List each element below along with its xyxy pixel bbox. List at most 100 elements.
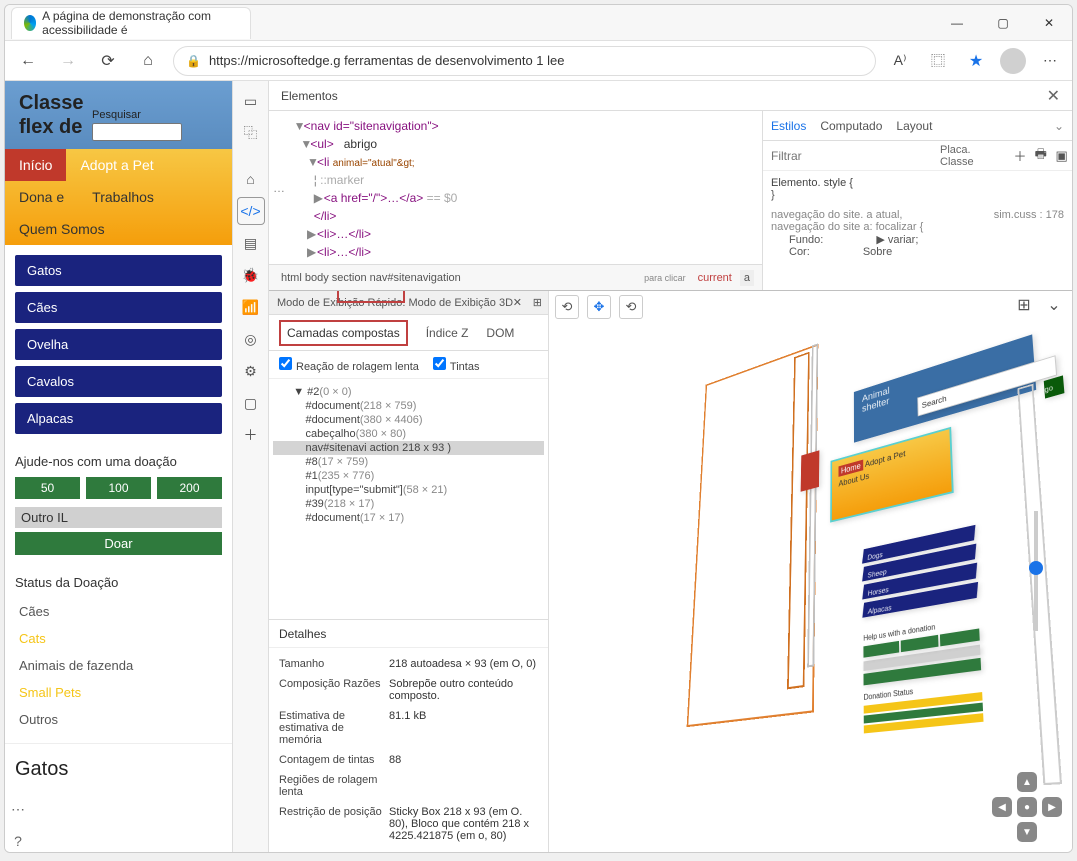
- layer-row[interactable]: #document(218 × 759): [273, 399, 544, 413]
- status-row[interactable]: Cats: [15, 625, 222, 652]
- nav-right-icon[interactable]: ▶: [1042, 797, 1062, 817]
- issues-icon[interactable]: 🐞: [237, 261, 265, 289]
- pan-icon[interactable]: ✥: [587, 295, 611, 319]
- 3d-nav-pad[interactable]: ▲ ◀ ● ▶ ▼: [992, 772, 1062, 842]
- window-titlebar: A página de demonstração com acessibilid…: [5, 5, 1072, 41]
- styles-filter-input[interactable]: [763, 149, 934, 163]
- layer-row[interactable]: cabeçalho(380 × 80): [273, 427, 544, 441]
- cat-caes[interactable]: Cães: [15, 292, 222, 323]
- layer-row[interactable]: nav#sitenavi action 218 x 93 ): [273, 441, 544, 455]
- 3d-canvas[interactable]: ⟲ ✥ ⟲ ⊞ ⌄: [549, 291, 1072, 852]
- nav-jobs[interactable]: Trabalhos: [78, 181, 168, 213]
- tools-icon[interactable]: ⊞: [533, 296, 542, 309]
- status-row[interactable]: Animais de fazenda: [15, 652, 222, 679]
- computed-toggle-icon[interactable]: ▣: [1051, 148, 1072, 164]
- profile-avatar[interactable]: [1000, 48, 1026, 74]
- status-row[interactable]: Outros: [15, 706, 222, 733]
- device-icon[interactable]: ⿻: [237, 119, 265, 147]
- print-icon[interactable]: 🖶: [1030, 145, 1051, 167]
- 3d-view-panel: Modo de Exibição Rápido: Modo de Exibiçã…: [269, 291, 1072, 852]
- nav-left-icon[interactable]: ◀: [992, 797, 1012, 817]
- status-row[interactable]: Small Pets: [15, 679, 222, 706]
- layer-row[interactable]: #39(218 × 17): [273, 497, 544, 511]
- network-icon[interactable]: 📶: [237, 293, 265, 321]
- favorite-icon[interactable]: ★: [962, 47, 990, 75]
- layout-tab[interactable]: Layout: [896, 119, 932, 133]
- refresh-button[interactable]: ⟳: [93, 46, 123, 76]
- layer-row[interactable]: #document(17 × 17): [273, 511, 544, 525]
- chevron-down-icon[interactable]: ⌄: [1042, 293, 1066, 317]
- computed-tab[interactable]: Computado: [820, 119, 882, 133]
- styles-tab[interactable]: Estilos: [771, 119, 806, 133]
- details-tab[interactable]: Detalhes: [269, 620, 548, 648]
- elements-tab-label[interactable]: Elementos: [281, 89, 338, 103]
- nav-down-icon[interactable]: ▼: [1017, 822, 1037, 842]
- nav-up-icon[interactable]: ▲: [1017, 772, 1037, 792]
- cat-cavalos[interactable]: Cavalos: [15, 366, 222, 397]
- paints-check[interactable]: Tintas: [433, 357, 480, 373]
- welcome-icon[interactable]: ⌂: [237, 165, 265, 193]
- dom-breadcrumb[interactable]: html body section nav#sitenavigation par…: [269, 264, 762, 290]
- console-icon[interactable]: ▤: [237, 229, 265, 257]
- minimize-button[interactable]: ―: [934, 7, 980, 39]
- donate-50[interactable]: 50: [15, 477, 80, 499]
- devtools-close-icon[interactable]: ✕: [1047, 86, 1060, 106]
- nav-about[interactable]: Quem Somos: [5, 213, 232, 245]
- hov-cls-badge[interactable]: Placa. Classe: [934, 144, 1010, 168]
- quick-view-label[interactable]: Modo de Exibição Rápido: Modo de Exibiçã…: [269, 291, 548, 315]
- elements-tool-icon[interactable]: </>: [237, 197, 265, 225]
- tools-icon[interactable]: ⊞: [1012, 293, 1036, 317]
- cat-ovelha[interactable]: Ovelha: [15, 329, 222, 360]
- zindex-tab[interactable]: Índice Z: [426, 326, 469, 340]
- donate-200[interactable]: 200: [157, 477, 222, 499]
- maximize-button[interactable]: ▢: [980, 7, 1026, 39]
- nav-owner[interactable]: Dona e: [5, 181, 78, 213]
- nav-center-icon[interactable]: ●: [1017, 797, 1037, 817]
- status-heading: Status da Doação: [15, 575, 222, 590]
- nav-adopt[interactable]: Adopt a Pet: [66, 149, 167, 181]
- settings-icon[interactable]: ⋯: [5, 795, 32, 823]
- layer-row[interactable]: #8(17 × 759): [273, 455, 544, 469]
- more-tools-icon[interactable]: ＋: [237, 421, 265, 449]
- breadcrumb-a[interactable]: a: [740, 270, 754, 286]
- inspect-icon[interactable]: ▭: [237, 87, 265, 115]
- layer-row[interactable]: input[type="submit"](58 × 21): [273, 483, 544, 497]
- close-window-button[interactable]: ✕: [1026, 7, 1072, 39]
- cat-alpacas[interactable]: Alpacas: [15, 403, 222, 434]
- zoom-slider[interactable]: [1034, 511, 1038, 631]
- menu-button[interactable]: ⋯: [1036, 47, 1064, 75]
- search-input[interactable]: [92, 123, 182, 141]
- home-button[interactable]: ⌂: [133, 46, 163, 76]
- status-row[interactable]: Cães: [15, 598, 222, 625]
- slow-scroll-check[interactable]: Reação de rolagem lenta: [279, 357, 419, 373]
- browser-tab[interactable]: A página de demonstração com acessibilid…: [11, 7, 251, 39]
- layer-tree[interactable]: ▼ #2(0 × 0) #document(218 × 759) #docume…: [269, 379, 548, 619]
- memory-icon[interactable]: ⚙: [237, 357, 265, 385]
- breadcrumb-path[interactable]: html body section nav#sitenavigation: [277, 270, 465, 286]
- forward-button[interactable]: →: [53, 46, 83, 76]
- chevron-down-icon[interactable]: ⌄: [1054, 119, 1064, 133]
- dom-tree[interactable]: ▼<nav id="sitenavigation"> ▼<ul> abrigo …: [269, 111, 762, 290]
- layer-row[interactable]: #document(380 × 4406): [273, 413, 544, 427]
- rotate-icon[interactable]: ⟲: [619, 295, 643, 319]
- translate-icon[interactable]: ⿴: [924, 47, 952, 75]
- new-style-icon[interactable]: ＋: [1010, 146, 1031, 165]
- close-drawer-icon[interactable]: ✕: [513, 296, 522, 309]
- retake-icon[interactable]: ⟲: [555, 295, 579, 319]
- donate-other[interactable]: Outro IL: [15, 507, 222, 528]
- cat-gatos[interactable]: Gatos: [15, 255, 222, 286]
- breadcrumb-current[interactable]: current: [694, 270, 736, 286]
- read-aloud-icon[interactable]: A⁾: [886, 47, 914, 75]
- layer-row[interactable]: #1(235 × 776): [273, 469, 544, 483]
- donate-100[interactable]: 100: [86, 477, 151, 499]
- composited-layers-tab[interactable]: Camadas compostas: [279, 320, 408, 346]
- performance-icon[interactable]: ◎: [237, 325, 265, 353]
- layer-row[interactable]: ▼ #2(0 × 0): [273, 385, 544, 399]
- donate-give-button[interactable]: Doar: [15, 532, 222, 555]
- back-button[interactable]: ←: [13, 46, 43, 76]
- address-bar[interactable]: 🔒 https://microsoftedge.g ferramentas de…: [173, 46, 876, 76]
- nav-home[interactable]: Início: [5, 149, 66, 181]
- help-icon[interactable]: ?: [5, 827, 32, 852]
- dom-tab[interactable]: DOM: [486, 326, 514, 340]
- application-icon[interactable]: ▢: [237, 389, 265, 417]
